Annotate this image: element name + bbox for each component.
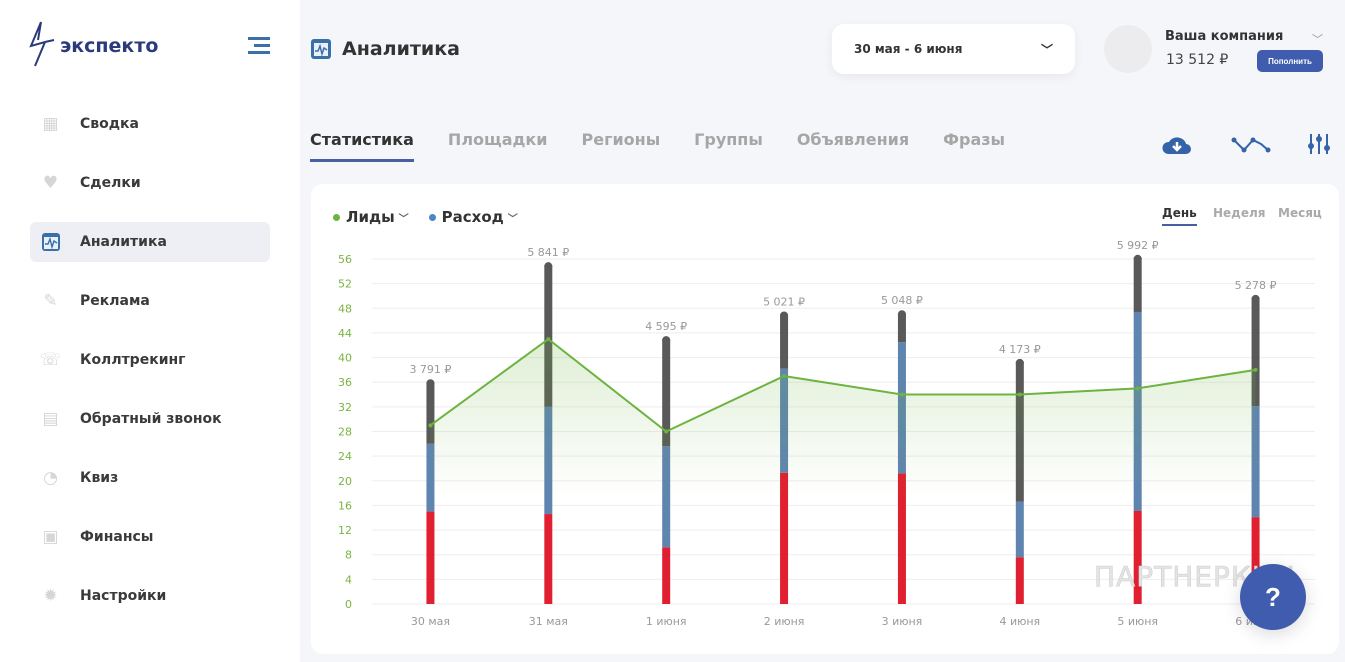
bar-cap [897,310,906,319]
y-tick-label: 0 [345,598,352,611]
leads-point[interactable] [1135,386,1140,391]
bar-cap [662,336,671,345]
x-tick-label: 5 июня [1117,615,1158,628]
bar-cap [780,311,789,320]
y-tick-label: 24 [338,450,352,463]
bar-cap [1133,254,1142,263]
y-tick-label: 44 [338,327,352,340]
bar-cap [426,379,435,388]
x-tick-label: 3 июня [882,615,923,628]
y-tick-label: 56 [338,253,352,266]
y-tick-label: 12 [338,524,352,537]
y-tick-label: 4 [345,573,352,586]
bar-value-label: 5 992 ₽ [1117,239,1159,252]
bar-value-label: 4 595 ₽ [645,320,687,333]
y-tick-label: 16 [338,499,352,512]
bar-value-label: 5 841 ₽ [527,246,569,259]
y-tick-label: 8 [345,549,352,562]
bar-segment-gray[interactable] [780,314,789,369]
y-tick-label: 28 [338,426,352,439]
leads-point[interactable] [664,429,669,434]
bar-cap [1251,294,1260,303]
leads-point[interactable] [546,337,551,342]
y-tick-label: 40 [338,352,352,365]
x-tick-label: 2 июня [764,615,805,628]
bar-value-label: 5 278 ₽ [1235,279,1277,292]
leads-point[interactable] [899,392,904,397]
x-tick-label: 4 июня [999,615,1040,628]
leads-point[interactable] [428,423,433,428]
bar-cap [544,262,553,271]
y-tick-label: 48 [338,302,352,315]
bar-segment-gray[interactable] [1133,257,1142,312]
leads-point[interactable] [782,374,787,379]
bar-value-label: 5 048 ₽ [881,294,923,307]
leads-point[interactable] [1017,392,1022,397]
y-tick-label: 20 [338,475,352,488]
bar-value-label: 4 173 ₽ [999,343,1041,356]
bar-value-label: 3 791 ₽ [409,363,451,376]
bar-cap [1015,358,1024,367]
y-tick-label: 52 [338,278,352,291]
leads-point[interactable] [1253,367,1258,372]
x-tick-label: 31 мая [529,615,568,628]
bar-value-label: 5 021 ₽ [763,295,805,308]
x-tick-label: 30 мая [411,615,450,628]
y-tick-label: 36 [338,376,352,389]
x-tick-label: 1 июня [646,615,687,628]
y-tick-label: 32 [338,401,352,414]
help-button[interactable]: ? [1240,564,1306,630]
